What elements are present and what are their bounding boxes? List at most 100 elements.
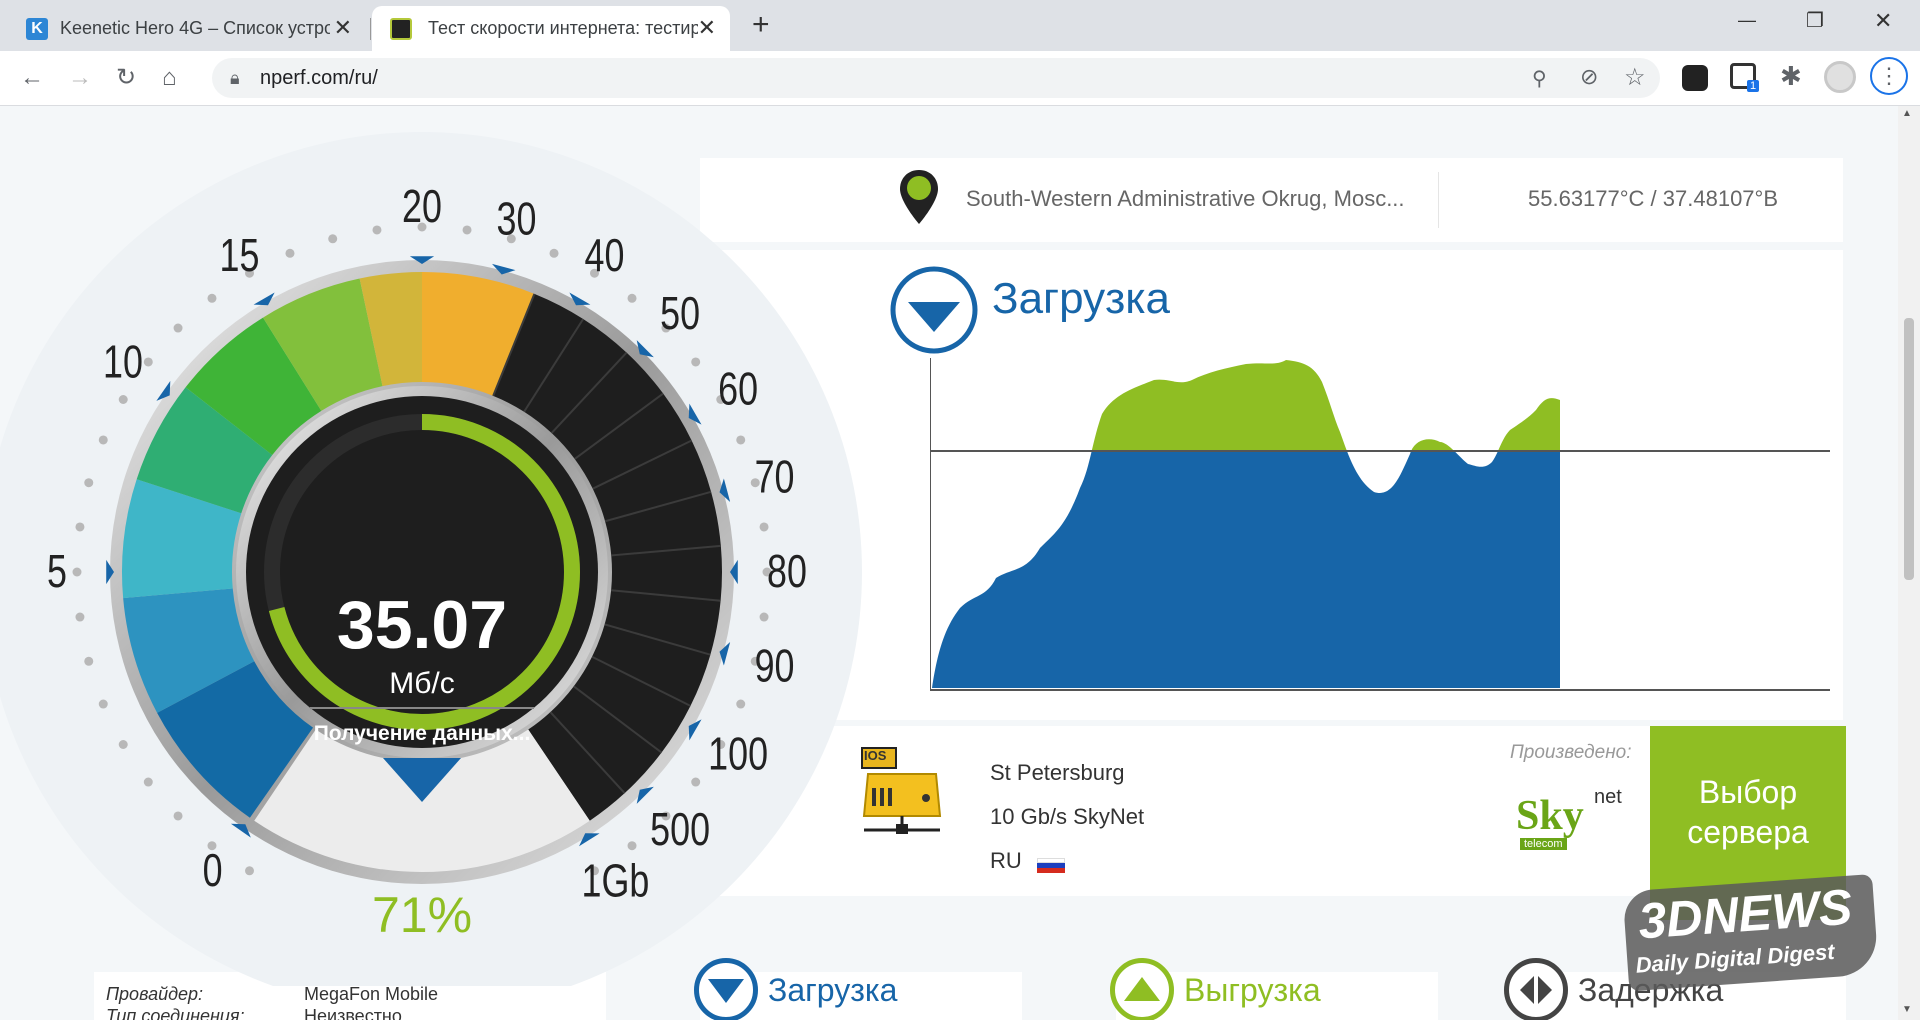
close-window-button[interactable]: ✕ [1874, 8, 1892, 34]
keenetic-favicon-icon: K [26, 17, 48, 40]
gauge-tick-dot [173, 323, 183, 333]
speed-value: 35.07 [337, 587, 507, 663]
location-name: South-Western Administrative Okrug, Mosc… [966, 186, 1405, 211]
gauge-tick-dot [75, 522, 85, 532]
extension-box-icon[interactable]: 1 [1730, 63, 1760, 92]
gauge-scale-label: 100 [708, 728, 768, 779]
reload-icon[interactable]: ↻ [116, 64, 136, 92]
gauge-tick-dot [143, 357, 153, 367]
coordinates: 55.63177°С / 37.48107°В [1528, 186, 1779, 211]
gauge-status: Получение данных... [314, 722, 531, 745]
extensions-puzzle-icon[interactable]: ✱ [1780, 61, 1802, 92]
gauge-scale-label: 60 [718, 363, 758, 414]
gauge-scale-label: 50 [660, 288, 700, 339]
location-pin-icon[interactable]: ⚲ [1532, 66, 1547, 91]
gauge-tick-dot [627, 841, 637, 851]
tracking-blocked-icon[interactable]: ⊘ [1580, 64, 1598, 90]
gauge-tick-dot [691, 777, 701, 787]
gauge-tick-dot [285, 248, 295, 258]
gauge-tick-dot [173, 811, 183, 821]
speed-gauge: 35.07 Мб/с Получение данных... 71% 0 5 10 1… [0, 132, 862, 986]
tab-close-icon[interactable]: ✕ [334, 15, 352, 41]
gauge-tick-dot [118, 395, 128, 404]
gauge-tick-dot [372, 225, 382, 235]
gauge-tick-dot [736, 435, 746, 445]
connection-type-value: Неизвестно [304, 1006, 402, 1020]
gauge-scale-label: 0 [203, 845, 223, 896]
tab-title: Тест скорости интернета: тестирование [428, 18, 698, 38]
result-upload[interactable]: Выгрузка [1110, 958, 1321, 1020]
address-bar[interactable]: 🔒︎ nperf.com/ru/ ⚲ ⊘ ☆ [212, 58, 1660, 98]
gauge-scale-label: 500 [650, 804, 710, 855]
back-icon[interactable]: ← [20, 64, 44, 92]
gauge-scale-label: 1Gb [582, 855, 650, 906]
lock-icon[interactable]: 🔒︎ [230, 68, 240, 89]
provider-value: MegaFon Mobile [304, 984, 439, 1004]
tab-keenetic[interactable]: K Keenetic Hero 4G – Список устройств ✕ [8, 6, 366, 51]
gauge-scale-label: 10 [103, 336, 143, 387]
extension-icon[interactable] [1682, 65, 1708, 91]
produced-by-label: Произведено: [1510, 742, 1632, 763]
download-speed-graph [930, 358, 1830, 691]
gauge-tick-dot [549, 248, 559, 258]
skynet-logo: Sky net telecom [1516, 786, 1626, 852]
profile-avatar[interactable] [1824, 61, 1856, 93]
gauge-scale-label: 90 [755, 640, 795, 691]
forward-icon[interactable]: → [68, 64, 92, 92]
gauge-tick-dot [759, 522, 769, 532]
gauge-scale-label: 80 [767, 546, 807, 597]
scroll-up-icon[interactable]: ▲ [1902, 108, 1912, 119]
provider-key: Провайдер: [106, 984, 204, 1004]
gauge-tick-dot [84, 656, 94, 666]
tab-close-icon[interactable]: ✕ [698, 15, 716, 41]
gauge-tick-dot [98, 435, 108, 445]
gauge-tick-dot [72, 567, 82, 577]
gauge-tick-dot [75, 612, 85, 622]
result-upload-label: Выгрузка [1184, 971, 1321, 1008]
tab-separator [370, 18, 371, 40]
bookmark-star-icon[interactable]: ☆ [1624, 63, 1646, 92]
gauge-tick-dot [736, 699, 746, 709]
skynet-logo-text: Sky [1516, 793, 1584, 839]
server-country: RU [990, 848, 1022, 873]
new-tab-button[interactable]: + [752, 8, 770, 42]
tab-nperf[interactable]: Тест скорости интернета: тестирование ✕ [372, 6, 730, 51]
server-city: St Petersburg [990, 760, 1125, 785]
page-content: South-Western Administrative Okrug, Mosc… [0, 106, 1920, 1020]
menu-kebab-icon[interactable]: ⋮ [1870, 57, 1908, 95]
gauge-scale-label: 20 [402, 181, 442, 232]
skynet-logo-net: net [1594, 786, 1622, 808]
gauge-tick-dot [759, 612, 769, 622]
latency-arrows-icon [1504, 958, 1568, 1020]
gauge-scale-label: 70 [755, 451, 795, 502]
tab-title: Keenetic Hero 4G – Список устройств [60, 18, 330, 38]
gauge-tick-dot [84, 478, 94, 488]
scroll-down-icon[interactable]: ▼ [1902, 1004, 1912, 1015]
map-pin-icon [900, 170, 938, 224]
download-arrow-icon [890, 266, 978, 354]
upload-arrow-icon [1110, 958, 1174, 1020]
tab-strip: K Keenetic Hero 4G – Список устройств ✕ … [0, 0, 1920, 51]
gauge-percent: 71% [372, 887, 472, 943]
gauge-tick-dot [118, 740, 128, 749]
gauge-tick-dot [143, 777, 153, 787]
3dnews-watermark: 3DNEWS Daily Digital Digest [1622, 863, 1900, 1012]
scrollbar[interactable]: ▲ ▼ [1898, 106, 1920, 1020]
speed-unit: Мб/с [389, 667, 455, 700]
home-icon[interactable]: ⌂ [162, 64, 177, 92]
minimize-button[interactable]: — [1738, 10, 1756, 31]
url-text[interactable]: nperf.com/ru/ [260, 67, 378, 90]
download-title: Загрузка [992, 274, 1170, 323]
server-provider: 10 Gb/s SkyNet [990, 804, 1145, 829]
skynet-logo-sub: telecom [1520, 838, 1567, 850]
gauge-tick-dot [462, 225, 472, 235]
gauge-tick-dot [627, 293, 637, 303]
gauge-tick-dot [98, 699, 108, 709]
scrollbar-thumb[interactable] [1904, 318, 1914, 580]
gauge-tick-dot [245, 866, 254, 876]
extension-badge: 1 [1747, 80, 1760, 92]
restore-button[interactable]: ❐ [1806, 8, 1824, 33]
gauge-scale-label: 30 [497, 193, 537, 244]
gauge-tick-dot [207, 293, 217, 303]
gauge-scale-label: 15 [220, 230, 260, 281]
